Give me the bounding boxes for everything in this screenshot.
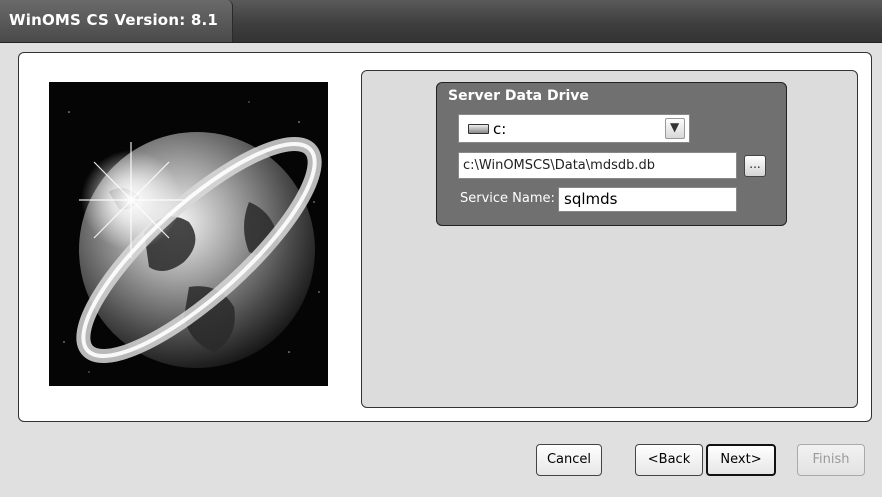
drive-select[interactable]: c: ▼ [458, 114, 690, 143]
cancel-button[interactable]: Cancel [536, 444, 602, 476]
service-name-field[interactable]: sqlmds [558, 187, 737, 212]
globe-image [49, 82, 328, 386]
drive-selected-value: c: [493, 120, 507, 138]
window-title: WinOMS CS Version: 8.1 [9, 11, 218, 29]
next-button[interactable]: Next> [706, 444, 776, 476]
globe-illustration [49, 82, 328, 386]
finish-button: Finish [797, 444, 865, 476]
database-path-field[interactable]: c:\WinOMSCS\Data\mdsdb.db [458, 152, 737, 179]
server-data-drive-title: Server Data Drive [448, 88, 589, 104]
chevron-down-icon: ▼ [670, 120, 680, 134]
back-button[interactable]: <Back [635, 444, 703, 476]
dropdown-button[interactable]: ▼ [665, 118, 685, 139]
browse-button[interactable]: ... [744, 155, 766, 177]
title-bar: WinOMS CS Version: 8.1 [0, 0, 882, 43]
service-name-label: Service Name: [460, 191, 555, 206]
hard-drive-icon [468, 124, 489, 134]
